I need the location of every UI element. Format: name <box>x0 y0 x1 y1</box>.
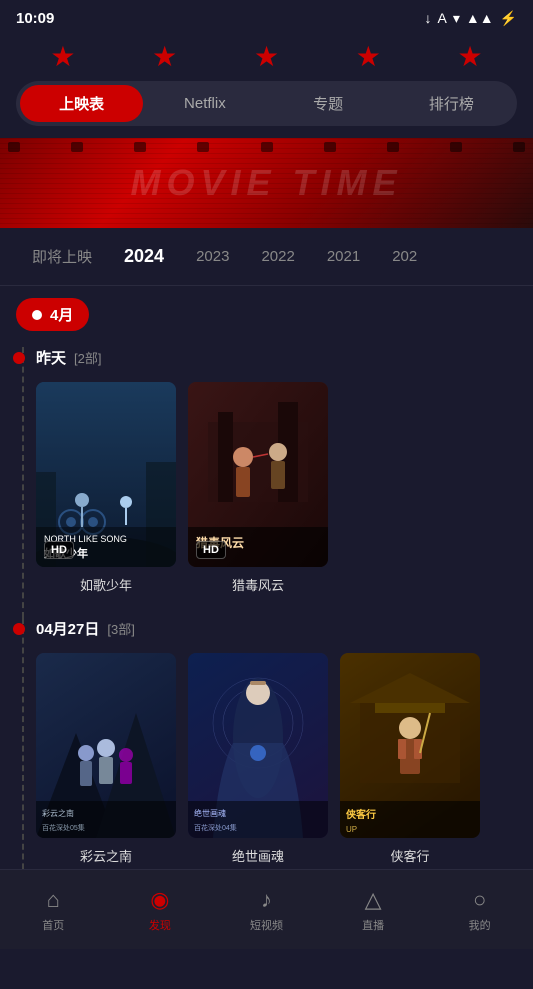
tab-topics[interactable]: 专题 <box>267 85 390 122</box>
hero-banner: MOVIE TIME <box>0 138 533 228</box>
movie-title-jueshipohu: 绝世画魂 <box>188 846 328 865</box>
movie-poster-jueshipohu: 绝世画魂 百花深处04集 <box>188 653 328 838</box>
movie-poster-liedu: 猎毒风云 HD <box>188 382 328 567</box>
section-header-yesterday: 昨天 [2部] <box>36 347 517 368</box>
star-row: ★ ★ ★ ★ ★ <box>12 36 521 81</box>
svg-text:UP: UP <box>346 825 357 834</box>
year-tab-upcoming[interactable]: 即将上映 <box>16 242 108 271</box>
section-dot-yesterday <box>13 352 25 364</box>
hd-badge-movie1: HD <box>44 541 74 559</box>
year-tabs: 即将上映 2024 2023 2022 2021 202 <box>0 228 533 286</box>
year-tab-2024[interactable]: 2024 <box>108 242 180 271</box>
profile-icon: ○ <box>473 887 486 913</box>
movie-card-rugeshao[interactable]: NORTH LIKE SONG 如歌少年 HD 如歌少年 <box>36 382 176 594</box>
year-tab-2023[interactable]: 2023 <box>180 244 245 269</box>
tab-bar: 上映表 Netflix 专题 排行榜 <box>16 81 517 126</box>
section-title-yesterday: 昨天 <box>36 347 66 368</box>
movie-poster-rugeshao: NORTH LIKE SONG 如歌少年 HD <box>36 382 176 567</box>
hd-badge-movie2: HD <box>196 541 226 559</box>
svg-text:百花深处04集: 百花深处04集 <box>194 823 237 832</box>
discover-icon: ◉ <box>150 887 169 913</box>
movie-title-rugeshao: 如歌少年 <box>36 575 176 594</box>
status-icons: ↓ A ▾ ▲▲ ⚡ <box>424 10 517 27</box>
nav-profile[interactable]: ○ 我的 <box>426 887 533 933</box>
wifi-icon: ▾ <box>453 10 460 27</box>
month-badge[interactable]: 4月 <box>16 298 89 331</box>
star-2: ★ <box>152 40 177 73</box>
bottom-nav: ⌂ 首页 ◉ 发现 ♪ 短视频 △ 直播 ○ 我的 <box>0 869 533 949</box>
svg-text:彩云之南: 彩云之南 <box>42 808 74 818</box>
year-tab-2022[interactable]: 2022 <box>245 244 310 269</box>
tab-ranking[interactable]: 排行榜 <box>390 85 513 122</box>
tab-netflix[interactable]: Netflix <box>143 87 266 120</box>
movie-grid-apr27: 彩云之南 百花深处05集 彩云之南 <box>36 653 517 865</box>
a-icon: A <box>437 10 446 26</box>
header-area: ★ ★ ★ ★ ★ 上映表 Netflix 专题 排行榜 <box>0 36 533 138</box>
nav-short-video[interactable]: ♪ 短视频 <box>213 887 320 933</box>
live-icon: △ <box>365 887 382 913</box>
svg-text:绝世画魂: 绝世画魂 <box>194 808 226 818</box>
tab-schedule[interactable]: 上映表 <box>20 85 143 122</box>
nav-discover[interactable]: ◉ 发现 <box>107 887 214 933</box>
movie-card-jueshipohu[interactable]: 绝世画魂 百花深处04集 绝世画魂 <box>188 653 328 865</box>
svg-text:侠客行: 侠客行 <box>346 808 376 821</box>
section-count-apr27: [3部] <box>107 619 134 638</box>
nav-live[interactable]: △ 直播 <box>320 887 427 933</box>
movie-title-xiake: 侠客行 <box>340 846 480 865</box>
short-video-icon: ♪ <box>261 887 272 913</box>
nav-home[interactable]: ⌂ 首页 <box>0 887 107 933</box>
home-icon: ⌂ <box>47 887 60 913</box>
status-time: 10:09 <box>16 10 54 27</box>
battery-icon: ⚡ <box>500 10 517 27</box>
section-yesterday: 昨天 [2部] <box>16 347 517 594</box>
section-header-apr27: 04月27日 [3部] <box>36 618 517 639</box>
download-icon: ↓ <box>424 10 431 26</box>
movie-card-caiyun[interactable]: 彩云之南 百花深处05集 彩云之南 <box>36 653 176 865</box>
movie-grid-yesterday: NORTH LIKE SONG 如歌少年 HD 如歌少年 <box>36 382 517 594</box>
signal-icon: ▲▲ <box>466 10 494 26</box>
star-5: ★ <box>458 40 483 73</box>
status-bar: 10:09 ↓ A ▾ ▲▲ ⚡ <box>0 0 533 36</box>
section-count-yesterday: [2部] <box>74 348 101 367</box>
svg-text:百花深处05集: 百花深处05集 <box>42 823 85 832</box>
star-4: ★ <box>356 40 381 73</box>
section-title-apr27: 04月27日 <box>36 618 99 639</box>
section-dot-apr27 <box>13 623 25 635</box>
year-tab-2020[interactable]: 202 <box>376 244 433 269</box>
star-1: ★ <box>50 40 75 73</box>
movie-card-liedu[interactable]: 猎毒风云 HD 猎毒风云 <box>188 382 328 594</box>
movie-title-liedu: 猎毒风云 <box>188 575 328 594</box>
movie-title-caiyun: 彩云之南 <box>36 846 176 865</box>
year-tab-2021[interactable]: 2021 <box>311 244 376 269</box>
section-apr27: 04月27日 [3部] <box>16 618 517 865</box>
movie-poster-xiake: 侠客行 UP <box>340 653 480 838</box>
hero-overlay <box>0 138 533 228</box>
movie-poster-caiyun: 彩云之南 百花深处05集 <box>36 653 176 838</box>
star-3: ★ <box>254 40 279 73</box>
movie-card-xiake[interactable]: 侠客行 UP 侠客行 <box>340 653 480 865</box>
month-dot <box>32 310 42 320</box>
